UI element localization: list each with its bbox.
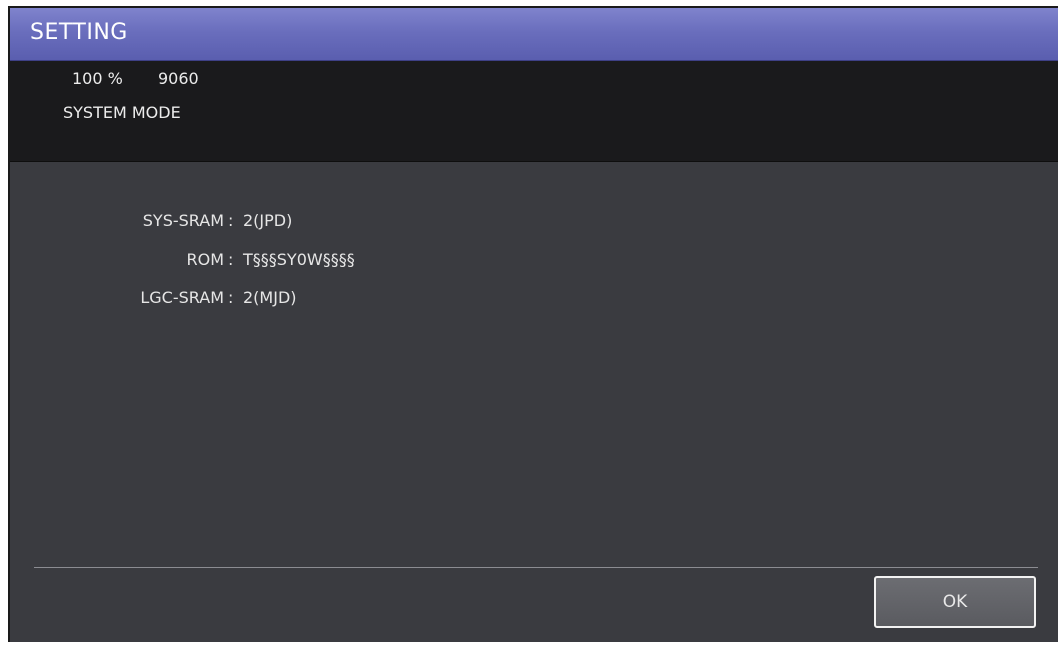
info-value: 2(JPD) — [243, 211, 293, 230]
info-label: SYS-SRAM — [142, 211, 224, 230]
counter-value: 9060 — [158, 69, 199, 88]
info-label: LGC-SRAM — [140, 288, 224, 307]
info-panel: SYS-SRAM : 2(JPD) ROM : T§§§SY0W§§§§ LGC… — [10, 162, 1058, 642]
footer-divider — [34, 567, 1038, 568]
setting-dialog: SETTING 100 % 9060 SYSTEM MODE SYS-SRAM … — [8, 6, 1058, 642]
zoom-level: 100 % — [72, 69, 123, 88]
info-value: T§§§SY0W§§§§ — [243, 250, 355, 269]
title-bar: SETTING — [10, 8, 1058, 61]
status-panel: 100 % 9060 SYSTEM MODE — [10, 61, 1058, 162]
info-separator: : — [228, 250, 234, 269]
window-title: SETTING — [30, 20, 128, 45]
info-separator: : — [228, 211, 234, 230]
ok-button[interactable]: OK — [874, 576, 1036, 628]
info-separator: : — [228, 288, 234, 307]
info-value: 2(MJD) — [243, 288, 297, 307]
mode-label: SYSTEM MODE — [63, 103, 181, 122]
info-label: ROM — [186, 250, 224, 269]
